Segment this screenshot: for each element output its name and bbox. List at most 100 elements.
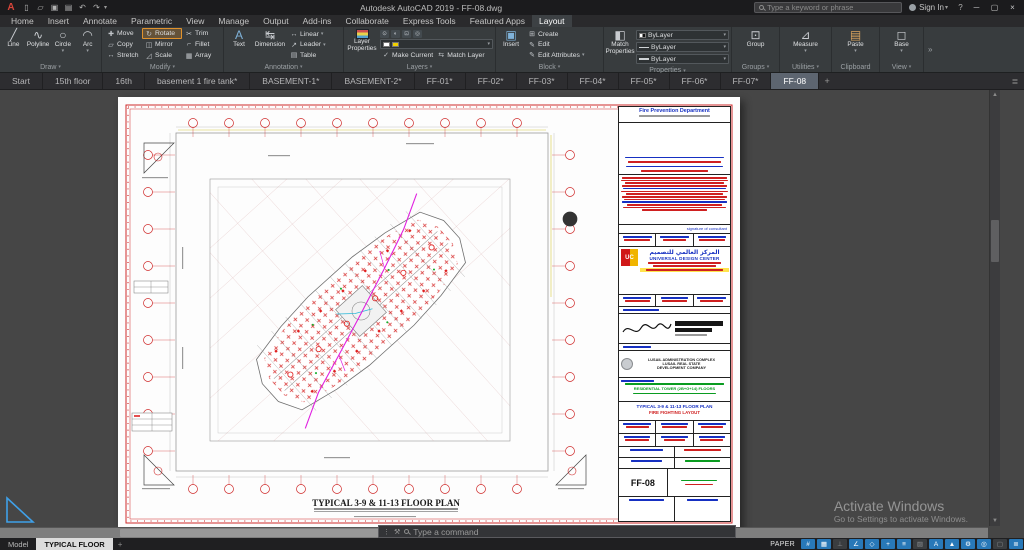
object-track-icon[interactable]: + bbox=[881, 539, 895, 549]
layer-lock-icon[interactable]: ⊡ bbox=[402, 30, 411, 38]
annotation-panel-label[interactable]: Annotation▾ bbox=[224, 62, 343, 72]
file-tab-basement-1[interactable]: BASEMENT-1* bbox=[250, 73, 332, 89]
rotate-button[interactable]: ↻Rotate bbox=[142, 28, 182, 39]
redo-icon[interactable]: ↷ bbox=[90, 3, 103, 12]
command-grip-icon[interactable]: ⋮ bbox=[383, 528, 390, 536]
polyline-button[interactable]: ∿ Polyline bbox=[27, 28, 50, 61]
lineweight-icon[interactable]: ≡ bbox=[897, 539, 911, 549]
layer-on-icon[interactable]: ⊙ bbox=[380, 30, 389, 38]
layout-tab-typical-floor[interactable]: TYPICAL FLOOR bbox=[36, 538, 112, 550]
vertical-scrollbar[interactable]: ▲ ▼ bbox=[989, 90, 1000, 526]
command-line[interactable]: ⋮ ⚒ Type a command bbox=[378, 525, 736, 538]
ribbon-tab-manage[interactable]: Manage bbox=[211, 15, 256, 27]
mirror-button[interactable]: ◫Mirror bbox=[142, 39, 182, 50]
move-button[interactable]: ✚Move bbox=[104, 28, 142, 39]
ribbon-tab-layout[interactable]: Layout bbox=[532, 15, 572, 27]
file-tabs-menu-icon[interactable]: ≣ bbox=[1006, 73, 1024, 89]
help-icon[interactable]: ? bbox=[954, 3, 967, 12]
new-layout-icon[interactable]: + bbox=[113, 538, 128, 550]
ribbon-tab-output[interactable]: Output bbox=[256, 15, 296, 27]
search-input[interactable]: Type a keyword or phrase bbox=[754, 2, 902, 13]
create-block-button[interactable]: ⊞Create bbox=[526, 29, 586, 39]
annotation-icon[interactable]: A bbox=[929, 539, 943, 549]
drawing-viewport[interactable]: TYPICAL 3-9 & 11-13 FLOOR PLAN Fire Prev… bbox=[0, 90, 1024, 538]
group-button[interactable]: ⊡ Group bbox=[743, 28, 769, 61]
stretch-button[interactable]: ↔Stretch bbox=[104, 50, 142, 61]
ribbon-tab-annotate[interactable]: Annotate bbox=[76, 15, 124, 27]
vertical-scroll-thumb[interactable] bbox=[991, 220, 999, 262]
restore-button[interactable]: ▢ bbox=[986, 3, 1003, 12]
undo-icon[interactable]: ↶ bbox=[76, 3, 89, 12]
fillet-button[interactable]: ⌐Fillet bbox=[182, 39, 218, 50]
transparency-icon[interactable]: ▨ bbox=[913, 539, 927, 549]
linetype-select[interactable]: ByLayer ▾ bbox=[636, 42, 729, 52]
isolate-objects-icon[interactable]: ◎ bbox=[977, 539, 991, 549]
sign-in-button[interactable]: Sign In bbox=[919, 3, 944, 12]
text-button[interactable]: A Text bbox=[226, 28, 252, 61]
groups-panel-label[interactable]: Groups▾ bbox=[732, 62, 779, 72]
file-tab-ff-06[interactable]: FF-06* bbox=[670, 73, 721, 89]
insert-block-button[interactable]: ▣ Insert bbox=[498, 28, 524, 61]
customize-icon[interactable]: ≣ bbox=[1009, 539, 1023, 549]
modify-panel-label[interactable]: Modify▾ bbox=[102, 62, 223, 72]
new-drawing-tab-icon[interactable]: + bbox=[819, 73, 835, 89]
layer-freeze-icon[interactable]: ◐ bbox=[391, 30, 400, 38]
utilities-panel-label[interactable]: Utilities▾ bbox=[780, 62, 831, 72]
view-panel-label[interactable]: View▾ bbox=[880, 62, 923, 72]
file-tab-ff-07[interactable]: FF-07* bbox=[721, 73, 772, 89]
ribbon-tab-parametric[interactable]: Parametric bbox=[124, 15, 179, 27]
ribbon-tab-express-tools[interactable]: Express Tools bbox=[396, 15, 463, 27]
ortho-icon[interactable]: ⊥ bbox=[833, 539, 847, 549]
paste-button[interactable]: ▤ Paste ▾ bbox=[843, 28, 869, 61]
file-tab-ff-02[interactable]: FF-02* bbox=[466, 73, 517, 89]
block-panel-label[interactable]: Block▾ bbox=[496, 62, 603, 72]
file-tab-start[interactable]: Start bbox=[0, 73, 43, 89]
annotation-scale-icon[interactable]: ▲ bbox=[945, 539, 959, 549]
ribbon-tab-featured-apps[interactable]: Featured Apps bbox=[463, 15, 532, 27]
print-icon[interactable]: ▤ bbox=[62, 3, 75, 12]
file-tab-ff-01[interactable]: FF-01* bbox=[415, 73, 466, 89]
object-color-select[interactable]: ByLayer ▾ bbox=[636, 30, 729, 40]
paper-space-toggle[interactable]: PAPER bbox=[765, 538, 800, 550]
layer-select[interactable]: ▾ bbox=[380, 39, 493, 49]
file-tab-ff-05[interactable]: FF-05* bbox=[619, 73, 670, 89]
osnap-icon[interactable]: ◇ bbox=[865, 539, 879, 549]
paste-caret-icon[interactable]: ▾ bbox=[854, 49, 857, 53]
layer-isolate-icon[interactable]: ◎ bbox=[413, 30, 422, 38]
file-tab-ff-04[interactable]: FF-04* bbox=[568, 73, 619, 89]
snap-icon[interactable]: ▦ bbox=[817, 539, 831, 549]
ribbon-tab-collaborate[interactable]: Collaborate bbox=[338, 15, 395, 27]
scroll-up-icon[interactable]: ▲ bbox=[990, 90, 1000, 100]
file-tab-ff-08[interactable]: FF-08 bbox=[771, 73, 819, 89]
arc-caret-icon[interactable]: ▾ bbox=[86, 49, 89, 53]
arc-button[interactable]: ◠ Arc ▾ bbox=[76, 28, 99, 61]
copy-button[interactable]: ▱Copy bbox=[104, 39, 142, 50]
base-caret-icon[interactable]: ▾ bbox=[900, 49, 903, 53]
file-tab-basement-2[interactable]: BASEMENT-2* bbox=[332, 73, 414, 89]
linear-button[interactable]: ↔Linear▾ bbox=[288, 29, 328, 39]
layer-properties-button[interactable]: Layer Properties bbox=[346, 28, 378, 61]
trim-button[interactable]: ✂Trim bbox=[182, 28, 218, 39]
measure-button[interactable]: ⊿ Measure ▾ bbox=[793, 28, 819, 61]
leader-button[interactable]: ↗Leader▾ bbox=[288, 40, 328, 50]
dimension-button[interactable]: ↹ Dimension bbox=[254, 28, 286, 61]
clipboard-panel-label[interactable]: Clipboard bbox=[832, 62, 879, 72]
minimize-button[interactable]: ─ bbox=[968, 3, 985, 12]
close-button[interactable]: × bbox=[1004, 3, 1021, 12]
match-layer-button[interactable]: ⇆Match Layer bbox=[435, 50, 486, 60]
file-tab-16th[interactable]: 16th bbox=[103, 73, 145, 89]
scroll-down-icon[interactable]: ▼ bbox=[990, 516, 1000, 526]
sign-in-caret-icon[interactable]: ▾ bbox=[945, 4, 953, 11]
model-tab[interactable]: Model bbox=[0, 538, 36, 550]
circle-caret-icon[interactable]: ▾ bbox=[62, 49, 65, 53]
ribbon-tab-insert[interactable]: Insert bbox=[41, 15, 76, 27]
scale-button[interactable]: ◿Scale bbox=[142, 50, 182, 61]
edit-attributes-button[interactable]: ✎Edit Attributes▾ bbox=[526, 50, 586, 60]
measure-caret-icon[interactable]: ▾ bbox=[804, 49, 807, 53]
grid-icon[interactable]: # bbox=[801, 539, 815, 549]
file-tab-basement-fire-tank[interactable]: basement 1 fire tank* bbox=[145, 73, 250, 89]
ribbon-tab-view[interactable]: View bbox=[179, 15, 211, 27]
clean-screen-icon[interactable]: ▢ bbox=[993, 539, 1007, 549]
ribbon-tab-home[interactable]: Home bbox=[4, 15, 41, 27]
file-tab-ff-03[interactable]: FF-03* bbox=[517, 73, 568, 89]
